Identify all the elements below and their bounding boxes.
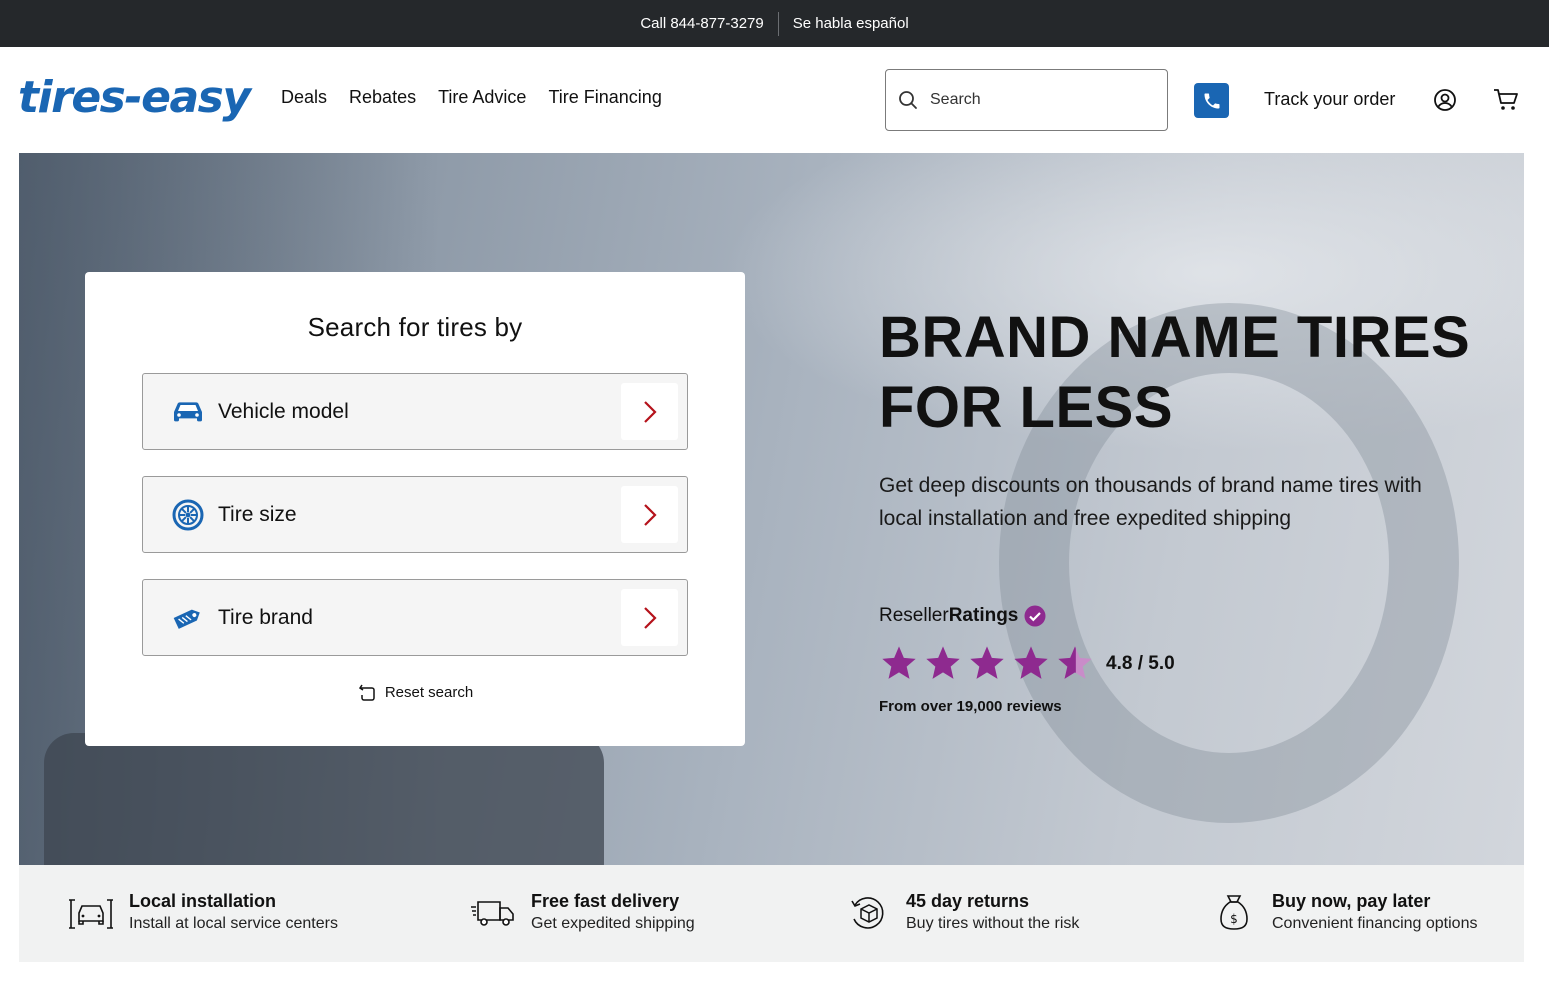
search-by-size-button[interactable]: Tire size [142, 476, 688, 553]
option-label: Vehicle model [218, 399, 349, 423]
divider [777, 11, 779, 36]
headline-line-2: FOR LESS [879, 375, 1174, 440]
search-icon [899, 91, 917, 109]
feature-returns: 45 day returns Buy tires without the ris… [844, 889, 1079, 937]
top-bar: Call 844-877-3279 Se habla español [0, 0, 1549, 47]
feature-title: Free fast delivery [531, 891, 680, 911]
option-label: Tire brand [218, 605, 313, 629]
ratings-brand-a: Reseller [879, 605, 949, 626]
tire-icon [170, 497, 206, 533]
nav-deals[interactable]: Deals [281, 87, 327, 108]
site-header: tires-easy Deals Rebates Tire Advice Tir… [0, 47, 1549, 153]
feature-desc: Get expedited shipping [531, 915, 695, 932]
search-input[interactable] [930, 91, 1150, 109]
nav-tire-advice[interactable]: Tire Advice [438, 87, 526, 108]
phone-button[interactable] [1194, 83, 1229, 118]
feature-title: Buy now, pay later [1272, 891, 1431, 911]
chevron-right-icon[interactable] [621, 486, 678, 543]
star-half-icon [1058, 646, 1092, 679]
star-icon [1014, 646, 1048, 679]
star-icon [926, 646, 960, 679]
return-box-icon [844, 889, 892, 937]
main-nav: Deals Rebates Tire Advice Tire Financing [281, 87, 662, 108]
star-icon [882, 646, 916, 679]
search-by-vehicle-button[interactable]: Vehicle model [142, 373, 688, 450]
feature-desc: Buy tires without the risk [906, 915, 1080, 932]
nav-tire-financing[interactable]: Tire Financing [548, 87, 661, 108]
reset-search-button[interactable]: Reset search [85, 682, 745, 702]
feature-desc: Install at local service centers [129, 915, 338, 932]
feature-free-delivery: Free fast delivery Get expedited shippin… [469, 889, 695, 937]
reset-icon [358, 684, 375, 701]
review-count: From over 19,000 reviews [879, 698, 1062, 715]
ratings-brand-b: Ratings [948, 605, 1019, 626]
tires-easy-logo[interactable]: tires-easy [18, 70, 251, 126]
feature-local-installation: Local installation Install at local serv… [67, 889, 338, 937]
feature-title: 45 day returns [906, 891, 1030, 911]
phone-icon [1204, 93, 1219, 108]
money-bag-icon: $ [1210, 889, 1258, 937]
option-label: Tire size [218, 502, 297, 526]
rating-value: 4.8 / 5.0 [1106, 653, 1175, 674]
nav-rebates[interactable]: Rebates [349, 87, 416, 108]
chevron-right-icon[interactable] [621, 589, 678, 646]
cart-icon[interactable] [1493, 88, 1519, 112]
star-icon [970, 646, 1004, 679]
hero-subline: Get deep discounts on thousands of brand… [879, 474, 1422, 530]
features-strip: Local installation Install at local serv… [19, 865, 1524, 962]
car-icon [170, 394, 206, 430]
search-box[interactable] [885, 69, 1168, 131]
tire-search-card: Search for tires by Vehicle model Tire s… [85, 272, 745, 746]
hero-headline: BRAND NAME TIRES FOR LESS [879, 303, 1479, 443]
reseller-ratings-logo[interactable]: ResellerRatings [879, 605, 1046, 627]
reset-search-label: Reset search [384, 683, 474, 701]
feature-desc: Convenient financing options [1272, 915, 1478, 932]
call-link[interactable]: Call 844-877-3279 [640, 15, 763, 32]
star-rating [879, 643, 1095, 683]
spanish-link[interactable]: Se habla español [793, 15, 909, 32]
garage-icon [67, 889, 115, 937]
svg-text:$: $ [1230, 912, 1238, 926]
feature-title: Local installation [129, 891, 277, 911]
truck-icon [469, 889, 517, 937]
account-icon[interactable] [1433, 88, 1457, 112]
search-by-brand-button[interactable]: Tire brand [142, 579, 688, 656]
search-card-title: Search for tires by [307, 312, 523, 342]
feature-pay-later: $ Buy now, pay later Convenient financin… [1210, 889, 1477, 937]
verified-badge-icon [1024, 605, 1046, 627]
hero-banner: Search for tires by Vehicle model Tire s… [19, 153, 1524, 865]
headline-line-1: BRAND NAME TIRES [879, 305, 1471, 370]
hero-tire-image [44, 733, 604, 865]
chevron-right-icon[interactable] [621, 383, 678, 440]
tag-icon [170, 600, 206, 636]
track-order-link[interactable]: Track your order [1264, 89, 1395, 110]
